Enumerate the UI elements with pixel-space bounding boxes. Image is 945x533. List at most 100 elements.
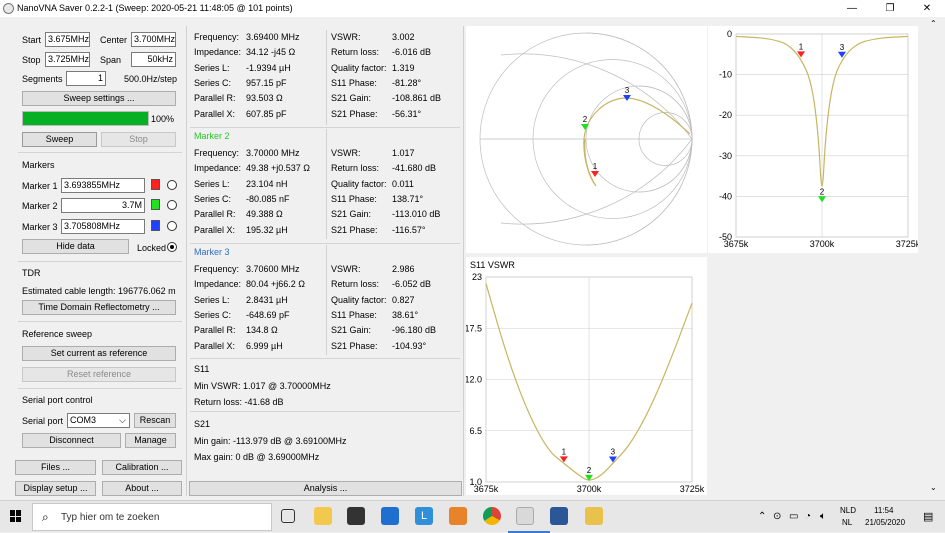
chevron-up-icon[interactable]: ⌃ [758, 511, 766, 522]
network-icon[interactable]: ⊙ [773, 511, 781, 522]
rescan-button[interactable]: Rescan [134, 413, 176, 428]
step-text: 500.0Hz/step [124, 74, 178, 84]
maximize-button[interactable]: ❐ [873, 0, 907, 17]
task-view-icon[interactable] [281, 509, 295, 523]
marker-3-frequency-input[interactable]: 3.705808MHz [61, 219, 145, 234]
marker-field-label: Frequency: [194, 264, 240, 274]
marker-field-value: 0.011 [392, 178, 414, 189]
mail-icon[interactable] [381, 507, 399, 525]
marker-field-label: S11 Phase: [331, 193, 377, 204]
segments-input[interactable]: 1 [66, 71, 106, 86]
sweep-settings-button[interactable]: Sweep settings ... [22, 91, 176, 106]
marker-field-label: S21 Gain: [331, 325, 372, 336]
tdr-button[interactable]: Time Domain Reflectometry ... [22, 300, 176, 315]
keyboard-layout[interactable]: NL [842, 518, 852, 527]
x-tick-label: 3675k [724, 239, 749, 249]
panel-divider [463, 26, 464, 496]
taskbar-search-box[interactable]: ⌕ Typ hier om te zoeken [32, 503, 272, 531]
display-setup-button[interactable]: Display setup ... [15, 481, 96, 496]
notification-icon[interactable]: ▤ [923, 510, 933, 523]
minimize-button[interactable]: — [835, 0, 869, 17]
smith-marker-1-triangle [591, 171, 599, 177]
marker-field-value: -81.28° [392, 77, 422, 88]
marker-2-triangle [818, 196, 826, 203]
smith-trace [583, 97, 691, 187]
nanovna-icon[interactable] [516, 507, 534, 525]
marker-field-label: Quality factor: [331, 62, 387, 73]
marker-2-color-button[interactable] [151, 199, 160, 210]
wifi-icon[interactable]: ◔ [805, 511, 811, 522]
marker-field-value: -41.680 dB [392, 163, 437, 174]
s11-vswr-chart[interactable]: S11 VSWR 23 17.5 12.0 6.5 1.0 3675k 3700k 3725k 1… [464, 257, 707, 495]
center-label: Center [100, 35, 128, 45]
column-divider [326, 245, 327, 355]
title-bar: NanoVNA Saver 0.2.2-1 (Sweep: 2020-05-21… [0, 0, 945, 17]
s21-max-gain: Max gain: 0 dB @ 3.69000MHz [194, 452, 320, 462]
divider [18, 152, 182, 153]
marker-field-value: -6.052 dB [392, 279, 432, 290]
app-l-icon[interactable]: L [415, 507, 433, 525]
manage-button[interactable]: Manage [125, 433, 176, 448]
start-label: Start [22, 35, 42, 45]
sweep-button[interactable]: Sweep [22, 132, 97, 147]
marker-field-value: 49.388 Ω [246, 209, 283, 220]
marker-field-label: VSWR: [331, 264, 361, 274]
start-frequency-input[interactable]: 3.675MHz [45, 32, 90, 47]
marker-field-value: 3.70000 MHz [246, 148, 300, 158]
disconnect-button[interactable]: Disconnect [22, 433, 121, 448]
set-reference-button[interactable]: Set current as reference [22, 346, 176, 361]
locked-label: Locked [137, 243, 167, 253]
chrome-icon[interactable] [483, 507, 501, 525]
span-label: Span [100, 55, 122, 65]
clock-time[interactable]: 11:54 [874, 506, 893, 515]
app-blue-icon[interactable] [585, 507, 603, 525]
volume-icon[interactable]: 🔈︎ [820, 511, 826, 522]
stop-button[interactable]: Stop [101, 132, 176, 147]
marker-2-label: 2 [820, 187, 825, 196]
marker-1-radio[interactable] [167, 180, 177, 190]
app-orange-icon[interactable] [449, 507, 467, 525]
s11-heading: S11 [194, 364, 210, 374]
serial-port-select[interactable]: COM3 ⌵ [67, 413, 130, 428]
battery-icon[interactable]: ▭ [789, 511, 798, 522]
stop-frequency-input[interactable]: 3.725MHz [45, 52, 90, 67]
serial-port-label: Serial port [22, 416, 64, 426]
center-frequency-input[interactable]: 3.700MHz [131, 32, 176, 47]
word-icon[interactable] [550, 507, 568, 525]
marker-1-frequency-input[interactable]: 3.693855MHz [61, 178, 145, 193]
store-icon[interactable] [347, 507, 365, 525]
close-button[interactable]: ✕ [910, 0, 944, 17]
marker-2-frequency-input[interactable]: 3.7M [61, 198, 145, 213]
about-button[interactable]: About ... [102, 481, 182, 496]
hide-data-button[interactable]: Hide data [22, 239, 129, 254]
scroll-up-icon[interactable]: ⌃ [930, 19, 937, 28]
calibration-button[interactable]: Calibration ... [102, 460, 182, 475]
language-code[interactable]: NLD [840, 506, 856, 515]
marker-field-value: 3.69400 MHz [246, 32, 300, 42]
files-button[interactable]: Files ... [15, 460, 96, 475]
column-divider [326, 129, 327, 239]
window-scrollbar[interactable]: ⌃ ⌄ [925, 17, 945, 496]
marker-field-value: 195.32 µH [246, 224, 288, 235]
marker-3-color-button[interactable] [151, 220, 160, 231]
start-icon[interactable] [10, 510, 22, 522]
divider [18, 261, 182, 262]
marker-2-radio[interactable] [167, 200, 177, 210]
marker-1-color-button[interactable] [151, 179, 160, 190]
span-input[interactable]: 50kHz [131, 52, 176, 67]
column-divider [326, 30, 327, 125]
marker-3-label: 3 [611, 447, 616, 456]
analysis-button[interactable]: Analysis ... [189, 481, 462, 496]
scroll-down-icon[interactable]: ⌄ [930, 483, 937, 492]
chevron-down-icon: ⌵ [119, 415, 126, 425]
smith-chart[interactable]: 1 2 3 [466, 26, 707, 253]
reset-reference-button[interactable]: Reset reference [22, 367, 176, 382]
file-explorer-icon[interactable] [314, 507, 332, 525]
marker-field-label: Series C: [194, 193, 232, 204]
app-icon [3, 3, 14, 14]
locked-radio[interactable] [167, 242, 177, 252]
marker-3-radio[interactable] [167, 221, 177, 231]
clock-date[interactable]: 21/05/2020 [865, 518, 905, 527]
marker-field-value: -96.180 dB [392, 325, 437, 336]
s21-gain-chart[interactable]: 0 -10 -20 -30 -40 -50 3675k 3700k 3725k 1 2 3 [708, 26, 921, 253]
